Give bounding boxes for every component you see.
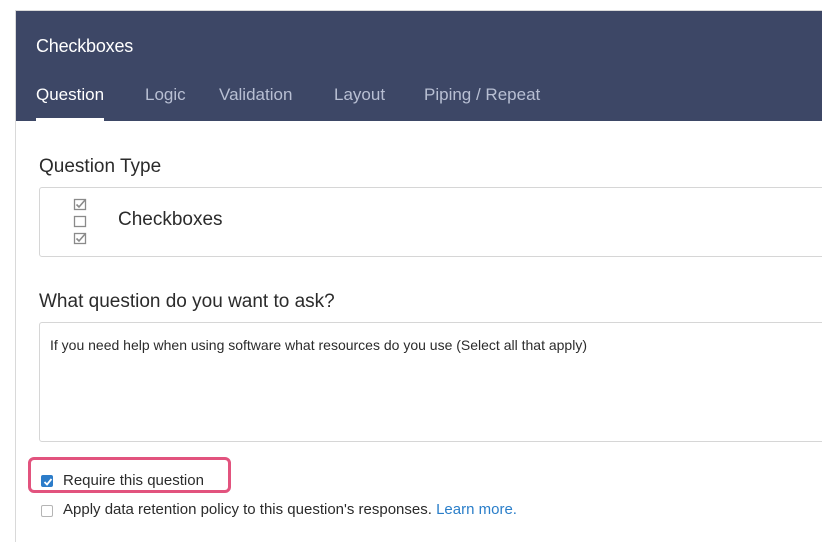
data-retention-text: Apply data retention policy to this ques… [63, 501, 517, 518]
learn-more-link[interactable]: Learn more. [436, 501, 517, 518]
checkmark-icon [43, 478, 53, 486]
panel-title: Checkboxes [36, 36, 134, 56]
tab-layout[interactable]: Layout [334, 85, 385, 121]
tab-question[interactable]: Question [36, 85, 105, 121]
question-type-value: Checkboxes [118, 209, 223, 230]
checkbox-list-icon [73, 198, 87, 246]
data-retention-label[interactable]: Apply data retention policy to this ques… [63, 501, 432, 518]
question-text-value: If you need help when using software wha… [50, 337, 587, 353]
tab-logic[interactable]: Logic [145, 85, 186, 121]
question-type-selector[interactable]: Checkboxes [39, 187, 822, 257]
data-retention-checkbox[interactable] [41, 505, 53, 517]
tab-piping-repeat[interactable]: Piping / Repeat [424, 85, 540, 121]
tab-validation[interactable]: Validation [219, 85, 292, 121]
require-question-checkbox[interactable] [41, 475, 53, 487]
panel-header: Checkboxes Question Logic Validation Lay… [16, 11, 822, 121]
question-text-input[interactable]: If you need help when using software wha… [39, 322, 822, 442]
question-text-label: What question do you want to ask? [39, 291, 335, 312]
question-type-label: Question Type [39, 156, 162, 177]
question-editor-panel: Checkboxes Question Logic Validation Lay… [15, 10, 822, 542]
require-question-label[interactable]: Require this question [63, 472, 204, 489]
